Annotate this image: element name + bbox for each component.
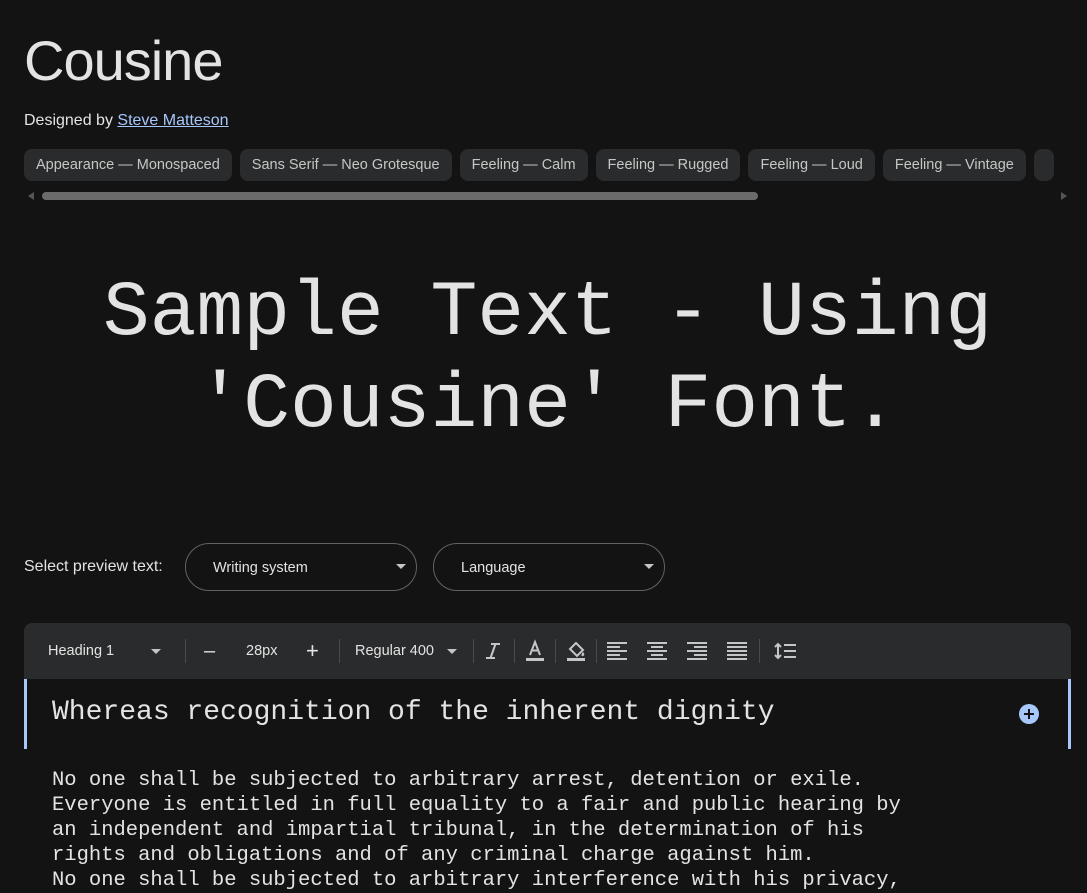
body-line: No one shall be subjected to arbitrary i…	[52, 869, 901, 892]
tag-chip[interactable]: Appearance — Monospaced	[24, 149, 232, 181]
tag-chip[interactable]: Feeling — Loud	[748, 149, 875, 181]
font-specimen-page: Cousine Designed by Steve Matteson Appea…	[0, 0, 1087, 893]
body-line: an independent and impartial tribunal, i…	[52, 819, 864, 842]
editor-toolbar: Heading 1 – 28px + Regular 400	[24, 623, 1071, 679]
designer-link[interactable]: Steve Matteson	[117, 112, 228, 129]
chevron-down-icon	[396, 564, 406, 569]
font-weight-select[interactable]: Regular 400	[355, 623, 434, 679]
toolbar-divider	[759, 639, 760, 663]
sample-text-preview: Sample Text - Using 'Cousine' Font.	[24, 268, 1071, 452]
tag-chip[interactable]: Feeling — Rugged	[595, 149, 741, 181]
tag-chip[interactable]: Sans Serif — Neo Grotesque	[239, 149, 452, 181]
scroll-thumb[interactable]	[42, 192, 758, 200]
highlight-icon[interactable]	[562, 637, 590, 665]
preview-label: Select preview text:	[24, 558, 163, 575]
body-line: Everyone is entitled in full equality to…	[52, 794, 901, 817]
sample-line-2: 'Cousine' Font.	[196, 362, 899, 450]
text-style-value: Heading 1	[48, 643, 115, 659]
body-line: rights and obligations and of any crimin…	[52, 844, 815, 867]
editor-heading-text[interactable]: Whereas recognition of the inherent dign…	[52, 696, 775, 730]
toolbar-divider	[339, 639, 340, 663]
text-color-icon[interactable]	[521, 637, 549, 665]
decrease-size-button[interactable]: –	[204, 623, 215, 679]
scroll-left-arrow-icon[interactable]	[28, 192, 34, 200]
chevron-down-icon	[151, 649, 161, 654]
tag-chip[interactable]: Feeling — Calm	[459, 149, 588, 181]
editor-heading-block[interactable]: Whereas recognition of the inherent dign…	[24, 679, 1071, 749]
sample-line-1: Sample Text - Using	[102, 270, 993, 358]
writing-system-value: Writing system	[213, 560, 308, 576]
preview-text-selector: Select preview text: Writing system Lang…	[24, 543, 724, 591]
tags-scrollbar[interactable]	[24, 189, 1071, 203]
toolbar-divider	[514, 639, 515, 663]
tag-list: Appearance — Monospaced Sans Serif — Neo …	[24, 149, 1071, 181]
scroll-right-arrow-icon[interactable]	[1061, 192, 1067, 200]
toolbar-divider	[555, 639, 556, 663]
tag-chip[interactable]: Feeling — Vintage	[882, 149, 1026, 181]
align-justify-icon[interactable]	[723, 637, 751, 665]
chevron-down-icon	[447, 649, 457, 654]
language-select[interactable]: Language	[433, 543, 665, 591]
align-left-icon[interactable]	[603, 637, 631, 665]
text-style-select[interactable]: Heading 1	[48, 623, 168, 679]
italic-icon[interactable]	[479, 637, 507, 665]
line-height-icon[interactable]	[772, 637, 800, 665]
toolbar-divider	[473, 639, 474, 663]
toolbar-divider	[185, 639, 186, 663]
language-value: Language	[461, 560, 526, 576]
designed-by-label: Designed by	[24, 112, 113, 129]
align-right-icon[interactable]	[683, 637, 711, 665]
writing-system-select[interactable]: Writing system	[185, 543, 417, 591]
editor-body-text[interactable]: No one shall be subjected to arbitrary a…	[52, 768, 1052, 893]
font-title: Cousine	[24, 29, 223, 92]
tag-chip-partial[interactable]	[1033, 149, 1054, 181]
add-circle-icon[interactable]	[1019, 704, 1039, 724]
chevron-down-icon	[644, 564, 654, 569]
font-weight-value: Regular 400	[355, 643, 434, 659]
toolbar-divider	[596, 639, 597, 663]
body-line: No one shall be subjected to arbitrary a…	[52, 769, 864, 792]
font-size-value[interactable]: 28px	[246, 623, 277, 679]
increase-size-button[interactable]: +	[306, 623, 319, 679]
align-center-icon[interactable]	[643, 637, 671, 665]
designer-line: Designed by Steve Matteson	[24, 110, 229, 132]
